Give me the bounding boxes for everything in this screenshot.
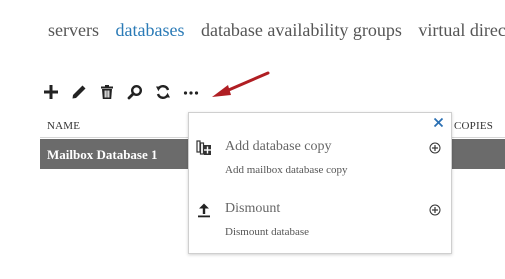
tab-bar: servers databases database availability …	[48, 20, 505, 41]
delete-button[interactable]	[98, 83, 116, 101]
tab-servers[interactable]: servers	[48, 20, 99, 41]
plus-circle-icon[interactable]	[429, 204, 441, 216]
dismount-icon	[196, 202, 212, 218]
search-button[interactable]	[126, 83, 144, 101]
trash-icon	[101, 85, 113, 99]
tab-databases[interactable]: databases	[115, 20, 184, 41]
new-button[interactable]	[42, 83, 60, 101]
column-header-name[interactable]: NAME	[47, 120, 80, 132]
menu-item-add-database-copy[interactable]: Add database copy Add mailbox database c…	[189, 136, 451, 188]
exchange-admin-page: servers databases database availability …	[0, 0, 505, 279]
tab-virtual-directories[interactable]: virtual directories	[418, 20, 505, 41]
refresh-icon	[156, 85, 170, 99]
plus-icon	[44, 85, 58, 99]
more-icon	[183, 91, 199, 95]
plus-circle-icon[interactable]	[429, 142, 441, 154]
tab-database-availability-groups[interactable]: database availability groups	[201, 20, 402, 41]
search-icon	[127, 84, 143, 100]
column-header-copies[interactable]: COPIES	[454, 120, 493, 132]
menu-item-label: Add database copy	[225, 139, 332, 154]
menu-item-label: Dismount	[225, 201, 281, 216]
annotation-arrow-icon	[212, 71, 270, 97]
close-button[interactable]	[431, 115, 445, 129]
refresh-button[interactable]	[154, 83, 172, 101]
more-options-popup: Add database copy Add mailbox database c…	[188, 112, 452, 254]
toolbar	[42, 82, 210, 102]
row-database-name: Mailbox Database 1	[47, 147, 158, 162]
menu-item-description: Add mailbox database copy	[225, 164, 348, 176]
menu-item-dismount[interactable]: Dismount Dismount database	[189, 198, 451, 250]
database-copy-icon	[196, 140, 212, 156]
menu-item-description: Dismount database	[225, 226, 310, 238]
more-options-button[interactable]	[182, 83, 200, 101]
close-icon	[433, 117, 443, 127]
pencil-icon	[72, 85, 86, 99]
edit-button[interactable]	[70, 83, 88, 101]
